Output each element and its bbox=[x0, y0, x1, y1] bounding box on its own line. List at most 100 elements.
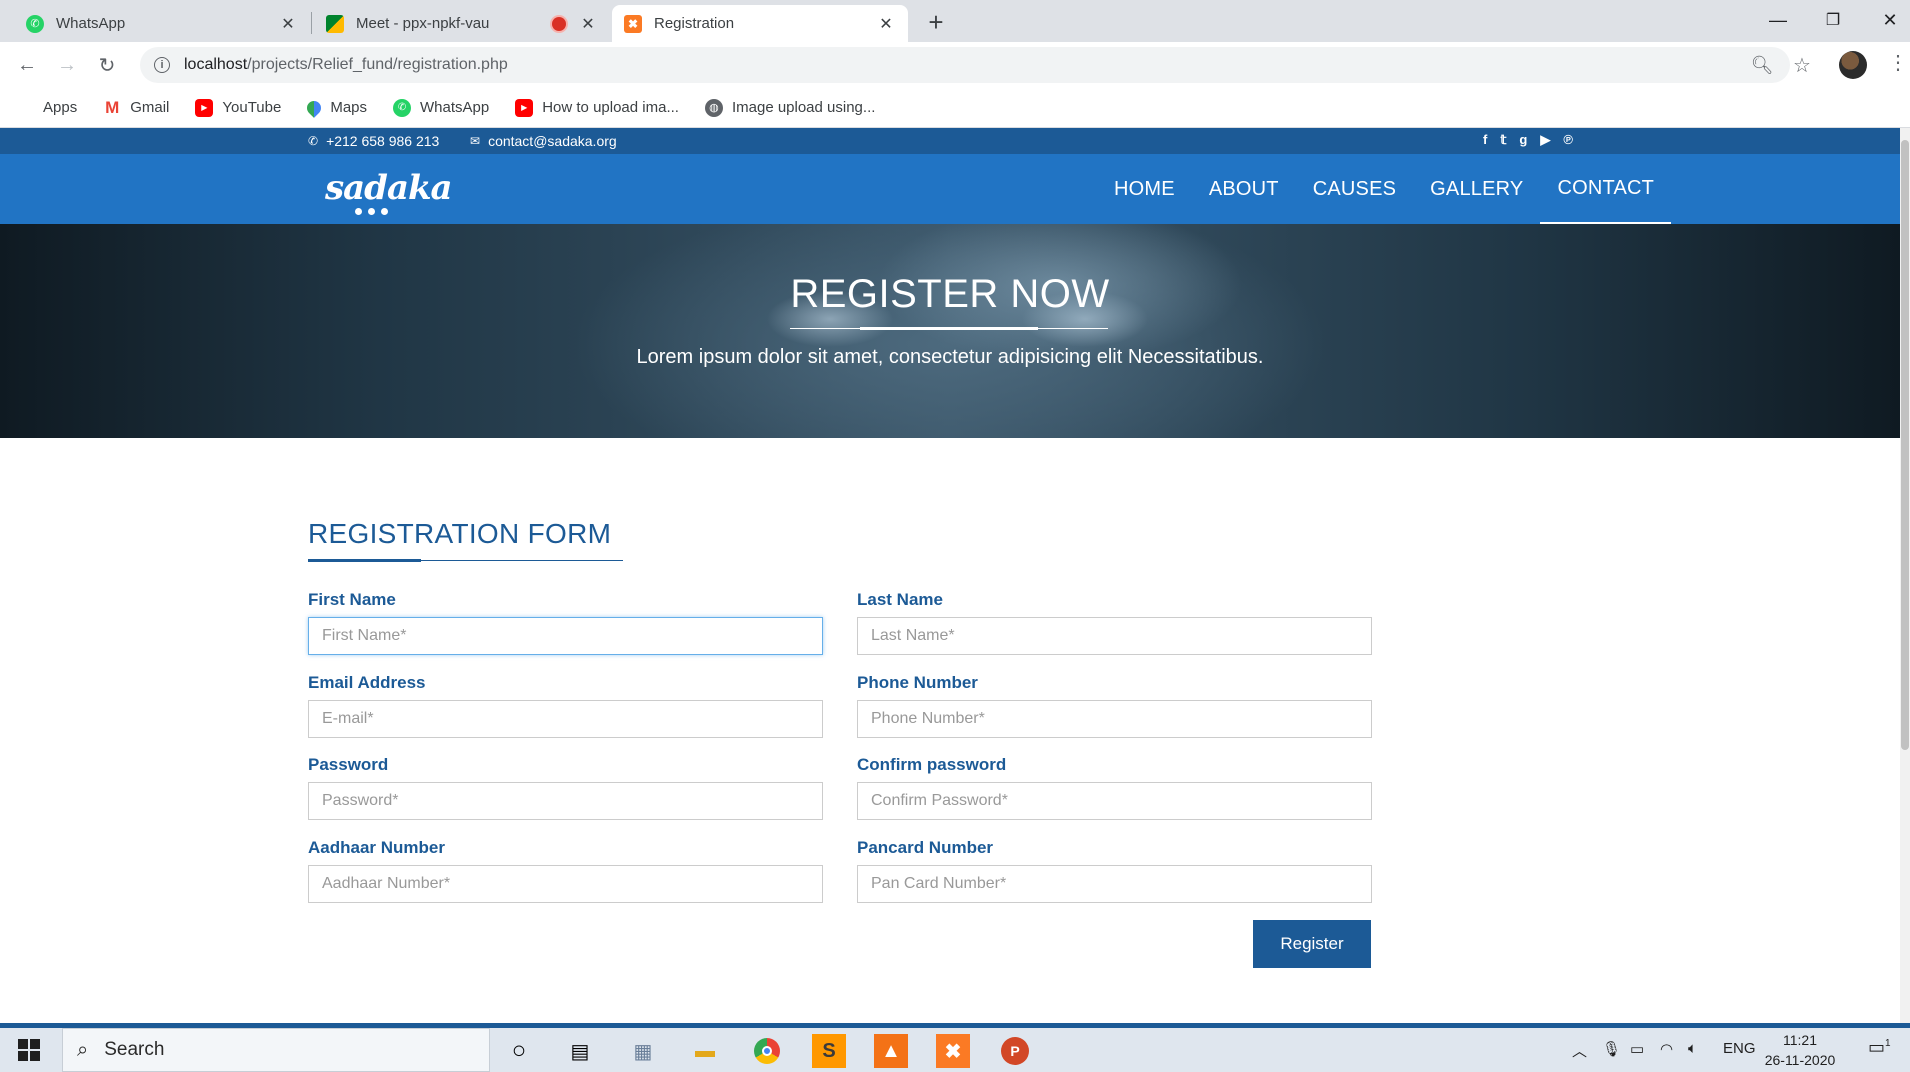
facebook-icon[interactable]: f bbox=[1483, 132, 1487, 148]
bookmark-gmail[interactable]: M Gmail bbox=[103, 98, 170, 117]
search-icon: ⌕ bbox=[77, 1038, 89, 1061]
phone-contact: ✆ +212 658 986 213 bbox=[308, 133, 439, 149]
site-info-icon[interactable]: i bbox=[154, 57, 170, 73]
scrollbar-thumb[interactable] bbox=[1901, 140, 1909, 750]
google-plus-icon[interactable]: g bbox=[1519, 132, 1527, 148]
twitter-icon[interactable]: 𝕥 bbox=[1500, 132, 1506, 148]
site-logo[interactable]: sadaka bbox=[325, 168, 453, 208]
windows-taskbar: ⌕ Search ○ ▤ ▦ ▬ S ▲ ✖ P ︿ 🎙︎ ▭ ◠ 🔈︎ ENG… bbox=[0, 1023, 1910, 1072]
back-icon[interactable]: ← bbox=[12, 50, 42, 80]
pancard-label: Pancard Number bbox=[857, 838, 994, 857]
last-name-input[interactable] bbox=[857, 617, 1372, 655]
aadhaar-input[interactable] bbox=[308, 865, 823, 903]
sublime-text-icon[interactable]: S bbox=[812, 1034, 846, 1068]
address-bar[interactable]: i localhost/projects/Relief_fund/registr… bbox=[140, 47, 1790, 83]
reload-icon[interactable]: ↻ bbox=[92, 50, 122, 80]
close-icon[interactable]: ✕ bbox=[578, 14, 598, 34]
phone-label: Phone Number bbox=[857, 673, 978, 692]
pinterest-icon[interactable]: ℗ bbox=[1563, 132, 1573, 148]
minimize-icon[interactable]: — bbox=[1748, 0, 1808, 40]
language-indicator[interactable]: ENG bbox=[1723, 1040, 1756, 1057]
hero-banner: REGISTER NOW Lorem ipsum dolor sit amet,… bbox=[0, 224, 1900, 438]
nav-menu: HOME ABOUT CAUSES GALLERY CONTACT bbox=[1097, 154, 1672, 224]
confirm-password-label: Confirm password bbox=[857, 755, 1007, 774]
nav-gallery[interactable]: GALLERY bbox=[1413, 154, 1540, 224]
tab-meet[interactable]: Meet - ppx-npkf-vau ✕ bbox=[314, 5, 610, 42]
menu-icon[interactable]: ⋮ bbox=[1888, 50, 1908, 75]
bookmark-apps[interactable]: Apps bbox=[18, 99, 77, 116]
page-scrollbar[interactable] bbox=[1900, 128, 1910, 1023]
logo-dots bbox=[355, 208, 394, 215]
xampp-icon: ✖ bbox=[624, 14, 642, 33]
register-button[interactable]: Register bbox=[1253, 920, 1371, 968]
bookmark-youtube[interactable]: ▶ YouTube bbox=[195, 98, 281, 117]
clock-time: 11:21 bbox=[1783, 1032, 1817, 1048]
notifications-icon[interactable]: ▭1 bbox=[1868, 1037, 1891, 1058]
maps-icon bbox=[304, 97, 325, 118]
nav-causes[interactable]: CAUSES bbox=[1296, 154, 1413, 224]
browser-toolbar: ← → ↻ i localhost/projects/Relief_fund/r… bbox=[0, 42, 1910, 88]
chrome-icon[interactable] bbox=[750, 1034, 784, 1068]
xampp-icon[interactable]: ✖ bbox=[936, 1034, 970, 1068]
social-links: f 𝕥 g ▶ ℗ bbox=[1470, 132, 1573, 148]
hero-title: REGISTER NOW bbox=[790, 272, 1110, 316]
first-name-input[interactable] bbox=[308, 617, 823, 655]
bookmark-maps[interactable]: Maps bbox=[304, 97, 367, 118]
whatsapp-icon: ✆ bbox=[393, 98, 412, 117]
contact-topbar: ✆ +212 658 986 213 ✉ contact@sadaka.org … bbox=[0, 128, 1900, 154]
taskbar-clock[interactable]: 11:21 26-11-2020 bbox=[1760, 1030, 1840, 1070]
notification-count: 1 bbox=[1885, 1038, 1891, 1049]
profile-avatar[interactable] bbox=[1839, 51, 1867, 79]
password-input[interactable] bbox=[308, 782, 823, 820]
file-explorer-icon[interactable]: ▬ bbox=[688, 1034, 722, 1068]
bookmark-how-to-upload[interactable]: ▶ How to upload ima... bbox=[515, 98, 679, 117]
tab-title: WhatsApp bbox=[56, 15, 126, 32]
taskbar-search[interactable]: ⌕ Search bbox=[62, 1028, 490, 1072]
show-hidden-icons[interactable]: ︿ bbox=[1572, 1040, 1587, 1061]
star-icon[interactable]: ☆ bbox=[1787, 50, 1817, 80]
forward-icon[interactable]: → bbox=[52, 50, 82, 80]
tab-registration[interactable]: ✖ Registration ✕ bbox=[612, 5, 908, 42]
photos-icon[interactable]: ▦ bbox=[626, 1034, 660, 1068]
web-page: ✆ +212 658 986 213 ✉ contact@sadaka.org … bbox=[0, 128, 1900, 1023]
form-title-rule-accent bbox=[308, 559, 421, 562]
password-label: Password bbox=[308, 755, 389, 774]
phone-input[interactable] bbox=[857, 700, 1372, 738]
tab-separator bbox=[311, 12, 312, 34]
close-icon[interactable]: ✕ bbox=[876, 14, 896, 34]
url-path: /projects/Relief_fund/registration.php bbox=[247, 56, 508, 73]
new-tab-icon[interactable]: + bbox=[922, 7, 950, 37]
tab-whatsapp[interactable]: ✆ WhatsApp ✕ bbox=[14, 5, 310, 42]
windows-start-icon[interactable] bbox=[18, 1039, 40, 1061]
tab-title: Registration bbox=[654, 15, 735, 32]
nav-contact[interactable]: CONTACT bbox=[1540, 154, 1672, 224]
restore-icon[interactable]: ❐ bbox=[1803, 0, 1863, 40]
confirm-password-input[interactable] bbox=[857, 782, 1372, 820]
zoom-icon[interactable]: 🔍︎ bbox=[1747, 50, 1777, 80]
bookmark-image-upload[interactable]: ◍ Image upload using... bbox=[704, 98, 875, 117]
nav-home[interactable]: HOME bbox=[1097, 154, 1192, 224]
window-close-icon[interactable]: ✕ bbox=[1860, 0, 1910, 40]
bookmark-whatsapp[interactable]: ✆ WhatsApp bbox=[393, 98, 489, 117]
cortana-icon[interactable]: ○ bbox=[502, 1034, 536, 1068]
hero-divider-accent bbox=[860, 327, 1038, 330]
nav-about[interactable]: ABOUT bbox=[1192, 154, 1296, 224]
email-input[interactable] bbox=[308, 700, 823, 738]
microphone-icon[interactable]: 🎙︎ bbox=[1602, 1040, 1621, 1058]
close-icon[interactable]: ✕ bbox=[278, 14, 298, 34]
wifi-icon[interactable]: ◠ bbox=[1660, 1040, 1673, 1058]
vlc-icon[interactable]: ▲ bbox=[874, 1034, 908, 1068]
volume-icon[interactable]: 🔈︎ bbox=[1688, 1040, 1697, 1057]
email-address: contact@sadaka.org bbox=[488, 133, 617, 149]
powerpoint-icon[interactable]: P bbox=[998, 1034, 1032, 1068]
task-view-icon[interactable]: ▤ bbox=[563, 1034, 597, 1068]
email-contact[interactable]: ✉ contact@sadaka.org bbox=[470, 133, 617, 149]
pancard-input[interactable] bbox=[857, 865, 1372, 903]
url-host: localhost bbox=[184, 56, 248, 73]
youtube-icon[interactable]: ▶ bbox=[1540, 132, 1550, 148]
bookmark-label: Gmail bbox=[130, 99, 170, 116]
browser-tab-strip: ✆ WhatsApp ✕ Meet - ppx-npkf-vau ✕ ✖ Reg… bbox=[0, 0, 1910, 42]
form-title: REGISTRATION FORM bbox=[308, 518, 612, 549]
bookmark-label: How to upload ima... bbox=[542, 99, 679, 116]
battery-icon[interactable]: ▭ bbox=[1630, 1040, 1644, 1058]
